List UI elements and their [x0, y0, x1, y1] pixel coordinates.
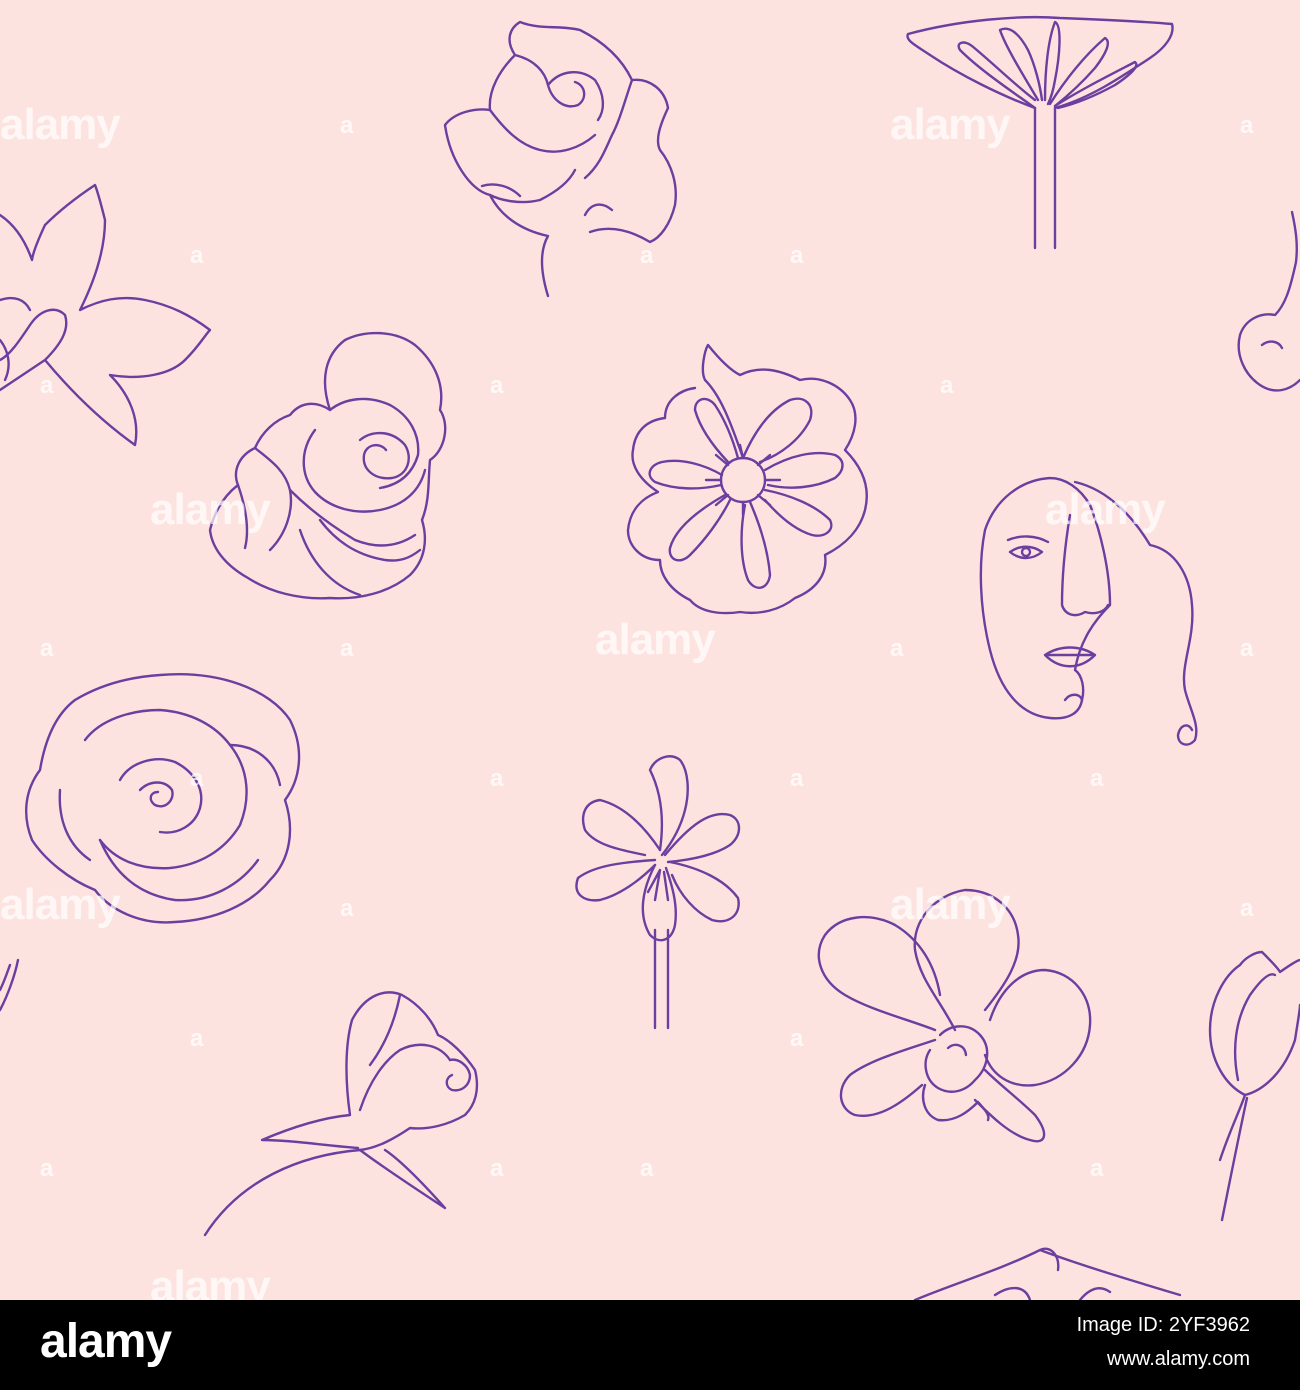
watermark-mark: a	[1240, 895, 1254, 922]
pattern-canvas: alamy alamy alamy alamy alamy alamy alam…	[0, 0, 1300, 1300]
footer-url: www.alamy.com	[1107, 1348, 1250, 1370]
watermark-mark: a	[790, 1025, 804, 1052]
watermark-mark: a	[940, 372, 954, 399]
watermark-text: alamy	[1045, 485, 1166, 534]
watermark-text: alamy	[0, 880, 121, 929]
watermark-mark: a	[1240, 635, 1254, 662]
watermark-mark: a	[640, 1155, 654, 1182]
watermark-mark: a	[190, 765, 204, 792]
watermark-mark: a	[340, 112, 354, 139]
watermark-mark: a	[790, 765, 804, 792]
watermark-mark: a	[40, 1155, 54, 1182]
watermark-mark: a	[1090, 765, 1104, 792]
watermark-text: alamy	[890, 880, 1011, 929]
watermark-mark: a	[1090, 1155, 1104, 1182]
watermark-mark: a	[340, 635, 354, 662]
footer-logo: alamy	[40, 1315, 172, 1368]
watermark-mark: a	[340, 895, 354, 922]
watermark-mark: a	[890, 635, 904, 662]
watermark-text: alamy	[150, 485, 271, 534]
watermark-mark: a	[490, 765, 504, 792]
watermark-text: alamy	[150, 1262, 271, 1300]
watermark-mark: a	[490, 372, 504, 399]
watermark-mark: a	[40, 635, 54, 662]
rose-stem-drawing	[203, 991, 479, 1237]
watermark-mark: a	[1240, 112, 1254, 139]
watermark-text: alamy	[0, 100, 121, 149]
watermark-mark: a	[190, 1025, 204, 1052]
magnolia-drawing	[0, 183, 212, 447]
watermark-text: alamy	[890, 100, 1011, 149]
watermark-mark: a	[790, 242, 804, 269]
watermark-mark: a	[40, 372, 54, 399]
watermark-mark: a	[190, 242, 204, 269]
watermark-mark: a	[490, 1155, 504, 1182]
edge-fragments-drawing	[0, 210, 1300, 1300]
watermark-mark: a	[640, 242, 654, 269]
tulip-drawing	[1208, 950, 1300, 1222]
footer-image-id: Image ID: 2YF3962	[1076, 1314, 1250, 1336]
lily-drawing	[575, 755, 741, 1030]
open-rose-drawing	[208, 331, 447, 600]
watermark-text: alamy	[595, 615, 716, 664]
dahlia-drawing	[626, 343, 868, 615]
stock-footer: alamy Image ID: 2YF3962 www.alamy.com	[0, 1300, 1300, 1390]
